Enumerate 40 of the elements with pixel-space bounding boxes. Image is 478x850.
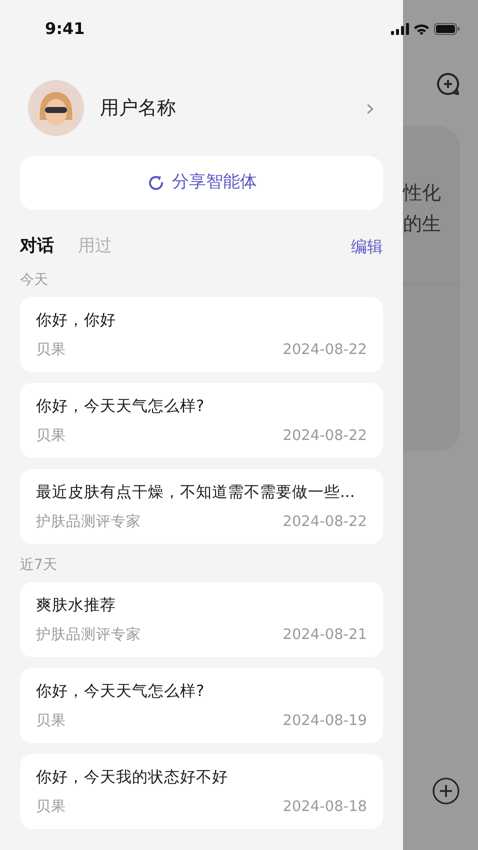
section-heading: 今天 (20, 270, 49, 290)
conversation-card[interactable]: 爽肤水推荐 护肤品测评专家 2024-08-21 (20, 582, 383, 656)
agent-name: 贝果 (36, 798, 66, 817)
agent-name: 护肤品测评专家 (36, 626, 141, 645)
share-button[interactable]: 分享智能体 (20, 156, 383, 210)
background-text: 的生 (403, 212, 442, 237)
avatar (28, 80, 84, 136)
agent-name: 贝果 (36, 712, 66, 731)
conversation-card[interactable]: 你好，今天天气怎么样? 贝果 2024-08-19 (20, 668, 383, 742)
conversation-date: 2024-08-19 (282, 712, 367, 731)
conversation-date: 2024-08-18 (282, 798, 367, 817)
conversation-card[interactable]: 你好，你好 贝果 2024-08-22 (20, 296, 383, 372)
conversation-title: 你好，今天我的状态好不好 (36, 766, 229, 788)
user-name: 用户名称 (100, 96, 177, 121)
conversation-date: 2024-08-22 (282, 512, 367, 532)
section-heading: 近7天 (20, 556, 58, 574)
conversation-card[interactable]: 最近皮肤有点干燥，不知道需不需要做一些... 护肤品测评专家 2024-08-22 (20, 468, 383, 544)
conversation-date: 2024-08-22 (282, 340, 367, 360)
agent-name: 贝果 (36, 426, 66, 446)
edit-link[interactable]: 编辑 (351, 234, 383, 259)
wifi-icon (413, 23, 430, 35)
conversation-title: 爽肤水推荐 (36, 594, 117, 616)
conversation-title: 你好，你好 (36, 310, 117, 330)
conversation-date: 2024-08-21 (282, 626, 367, 645)
conversation-card[interactable]: 你好，今天我的状态好不好 贝果 2024-08-18 (20, 754, 383, 828)
conversation-card[interactable]: 你好，今天天气怎么样? 贝果 2024-08-22 (20, 382, 383, 458)
conversation-title: 最近皮肤有点干燥，不知道需不需要做一些... (36, 482, 356, 502)
signal-icon (391, 23, 409, 35)
conversation-title: 你好，今天天气怎么样? (36, 680, 206, 702)
add-icon[interactable] (432, 777, 460, 805)
refresh-icon (146, 173, 166, 193)
conversation-title: 你好，今天天气怎么样? (36, 396, 206, 416)
agent-name: 护肤品测评专家 (36, 512, 141, 532)
background-text: 性化 (403, 181, 442, 206)
new-chat-icon[interactable] (436, 72, 460, 96)
status-time: 9:41 (45, 18, 85, 40)
battery-icon (434, 23, 460, 35)
agent-name: 贝果 (36, 340, 66, 360)
conversation-date: 2024-08-22 (282, 426, 367, 446)
tab[interactable]: 对话 (20, 234, 54, 260)
